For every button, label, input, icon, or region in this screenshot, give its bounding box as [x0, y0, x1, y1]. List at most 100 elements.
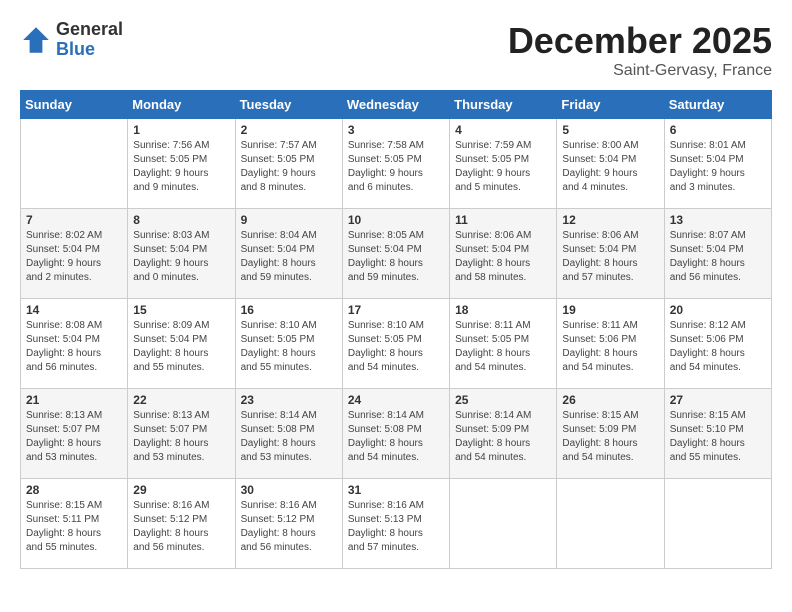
day-number: 21	[26, 393, 122, 407]
day-info: Sunrise: 7:58 AM Sunset: 5:05 PM Dayligh…	[348, 139, 444, 195]
day-info: Sunrise: 8:14 AM Sunset: 5:08 PM Dayligh…	[241, 409, 337, 465]
day-info: Sunrise: 8:15 AM Sunset: 5:09 PM Dayligh…	[562, 409, 658, 465]
day-number: 8	[133, 213, 229, 227]
calendar-table: SundayMondayTuesdayWednesdayThursdayFrid…	[20, 90, 772, 569]
day-cell: 19 Sunrise: 8:11 AM Sunset: 5:06 PM Dayli…	[557, 299, 664, 389]
day-cell: 14 Sunrise: 8:08 AM Sunset: 5:04 PM Dayli…	[21, 299, 128, 389]
day-info: Sunrise: 8:16 AM Sunset: 5:12 PM Dayligh…	[133, 499, 229, 555]
week-row-1: 1 Sunrise: 7:56 AM Sunset: 5:05 PM Daylig…	[21, 119, 772, 209]
week-row-2: 7 Sunrise: 8:02 AM Sunset: 5:04 PM Daylig…	[21, 209, 772, 299]
day-number: 29	[133, 483, 229, 497]
day-info: Sunrise: 8:14 AM Sunset: 5:09 PM Dayligh…	[455, 409, 551, 465]
day-cell: 7 Sunrise: 8:02 AM Sunset: 5:04 PM Daylig…	[21, 209, 128, 299]
day-cell: 25 Sunrise: 8:14 AM Sunset: 5:09 PM Dayli…	[450, 389, 557, 479]
day-info: Sunrise: 7:56 AM Sunset: 5:05 PM Dayligh…	[133, 139, 229, 195]
day-cell: 29 Sunrise: 8:16 AM Sunset: 5:12 PM Dayli…	[128, 479, 235, 569]
day-number: 23	[241, 393, 337, 407]
header-row: SundayMondayTuesdayWednesdayThursdayFrid…	[21, 91, 772, 119]
day-number: 13	[670, 213, 766, 227]
day-info: Sunrise: 8:15 AM Sunset: 5:10 PM Dayligh…	[670, 409, 766, 465]
day-cell	[450, 479, 557, 569]
day-info: Sunrise: 8:08 AM Sunset: 5:04 PM Dayligh…	[26, 319, 122, 375]
day-number: 3	[348, 123, 444, 137]
day-cell: 24Sunrise: 8:14 AM Sunset: 5:08 PM Dayli…	[342, 389, 449, 479]
day-info: Sunrise: 8:06 AM Sunset: 5:04 PM Dayligh…	[455, 229, 551, 285]
day-cell: 31 Sunrise: 8:16 AM Sunset: 5:13 PM Dayli…	[342, 479, 449, 569]
day-header-sunday: Sunday	[21, 91, 128, 119]
month-title: December 2025	[508, 20, 772, 62]
day-number: 25	[455, 393, 551, 407]
day-number: 17	[348, 303, 444, 317]
day-cell: 30Sunrise: 8:16 AM Sunset: 5:12 PM Dayli…	[235, 479, 342, 569]
day-cell: 6 Sunrise: 8:01 AM Sunset: 5:04 PM Daylig…	[664, 119, 771, 209]
day-number: 1	[133, 123, 229, 137]
day-number: 30	[241, 483, 337, 497]
title-block: December 2025 Saint-Gervasy, France	[508, 20, 772, 80]
day-cell: 15Sunrise: 8:09 AM Sunset: 5:04 PM Dayli…	[128, 299, 235, 389]
day-info: Sunrise: 8:13 AM Sunset: 5:07 PM Dayligh…	[133, 409, 229, 465]
day-number: 14	[26, 303, 122, 317]
day-cell: 5 Sunrise: 8:00 AM Sunset: 5:04 PM Daylig…	[557, 119, 664, 209]
day-info: Sunrise: 8:07 AM Sunset: 5:04 PM Dayligh…	[670, 229, 766, 285]
day-cell: 18Sunrise: 8:11 AM Sunset: 5:05 PM Dayli…	[450, 299, 557, 389]
day-header-monday: Monday	[128, 91, 235, 119]
day-number: 6	[670, 123, 766, 137]
day-header-wednesday: Wednesday	[342, 91, 449, 119]
day-number: 15	[133, 303, 229, 317]
day-cell: 2Sunrise: 7:57 AM Sunset: 5:05 PM Daylig…	[235, 119, 342, 209]
day-info: Sunrise: 7:57 AM Sunset: 5:05 PM Dayligh…	[241, 139, 337, 195]
day-number: 20	[670, 303, 766, 317]
day-info: Sunrise: 8:16 AM Sunset: 5:13 PM Dayligh…	[348, 499, 444, 555]
page-header: General Blue December 2025 Saint-Gervasy…	[20, 20, 772, 80]
day-cell: 9Sunrise: 8:04 AM Sunset: 5:04 PM Daylig…	[235, 209, 342, 299]
day-cell: 10 Sunrise: 8:05 AM Sunset: 5:04 PM Dayli…	[342, 209, 449, 299]
day-number: 22	[133, 393, 229, 407]
day-number: 16	[241, 303, 337, 317]
day-cell: 3 Sunrise: 7:58 AM Sunset: 5:05 PM Daylig…	[342, 119, 449, 209]
day-cell: 17 Sunrise: 8:10 AM Sunset: 5:05 PM Dayli…	[342, 299, 449, 389]
week-row-5: 28 Sunrise: 8:15 AM Sunset: 5:11 PM Dayli…	[21, 479, 772, 569]
day-cell: 13 Sunrise: 8:07 AM Sunset: 5:04 PM Dayli…	[664, 209, 771, 299]
day-cell: 16Sunrise: 8:10 AM Sunset: 5:05 PM Dayli…	[235, 299, 342, 389]
day-info: Sunrise: 8:01 AM Sunset: 5:04 PM Dayligh…	[670, 139, 766, 195]
day-header-tuesday: Tuesday	[235, 91, 342, 119]
day-info: Sunrise: 8:03 AM Sunset: 5:04 PM Dayligh…	[133, 229, 229, 285]
day-cell: 8 Sunrise: 8:03 AM Sunset: 5:04 PM Daylig…	[128, 209, 235, 299]
day-cell: 20 Sunrise: 8:12 AM Sunset: 5:06 PM Dayli…	[664, 299, 771, 389]
day-number: 27	[670, 393, 766, 407]
day-cell: 12Sunrise: 8:06 AM Sunset: 5:04 PM Dayli…	[557, 209, 664, 299]
day-info: Sunrise: 8:04 AM Sunset: 5:04 PM Dayligh…	[241, 229, 337, 285]
day-info: Sunrise: 8:11 AM Sunset: 5:06 PM Dayligh…	[562, 319, 658, 375]
day-info: Sunrise: 8:00 AM Sunset: 5:04 PM Dayligh…	[562, 139, 658, 195]
day-info: Sunrise: 8:06 AM Sunset: 5:04 PM Dayligh…	[562, 229, 658, 285]
day-cell: 4Sunrise: 7:59 AM Sunset: 5:05 PM Daylig…	[450, 119, 557, 209]
day-cell: 26Sunrise: 8:15 AM Sunset: 5:09 PM Dayli…	[557, 389, 664, 479]
day-cell	[664, 479, 771, 569]
week-row-3: 14 Sunrise: 8:08 AM Sunset: 5:04 PM Dayli…	[21, 299, 772, 389]
day-cell	[21, 119, 128, 209]
day-info: Sunrise: 8:02 AM Sunset: 5:04 PM Dayligh…	[26, 229, 122, 285]
logo-text: General Blue	[56, 20, 123, 60]
day-info: Sunrise: 8:13 AM Sunset: 5:07 PM Dayligh…	[26, 409, 122, 465]
day-number: 19	[562, 303, 658, 317]
day-number: 4	[455, 123, 551, 137]
day-number: 10	[348, 213, 444, 227]
day-number: 28	[26, 483, 122, 497]
day-number: 5	[562, 123, 658, 137]
day-info: Sunrise: 8:10 AM Sunset: 5:05 PM Dayligh…	[348, 319, 444, 375]
day-number: 7	[26, 213, 122, 227]
day-info: Sunrise: 8:05 AM Sunset: 5:04 PM Dayligh…	[348, 229, 444, 285]
day-cell: 11 Sunrise: 8:06 AM Sunset: 5:04 PM Dayli…	[450, 209, 557, 299]
day-info: Sunrise: 8:12 AM Sunset: 5:06 PM Dayligh…	[670, 319, 766, 375]
day-number: 31	[348, 483, 444, 497]
logo-blue: Blue	[56, 40, 123, 60]
logo-icon	[20, 24, 52, 56]
day-cell: 23 Sunrise: 8:14 AM Sunset: 5:08 PM Dayli…	[235, 389, 342, 479]
day-header-saturday: Saturday	[664, 91, 771, 119]
location: Saint-Gervasy, France	[508, 62, 772, 80]
day-number: 11	[455, 213, 551, 227]
day-info: Sunrise: 8:15 AM Sunset: 5:11 PM Dayligh…	[26, 499, 122, 555]
day-header-friday: Friday	[557, 91, 664, 119]
day-number: 18	[455, 303, 551, 317]
day-info: Sunrise: 8:14 AM Sunset: 5:08 PM Dayligh…	[348, 409, 444, 465]
